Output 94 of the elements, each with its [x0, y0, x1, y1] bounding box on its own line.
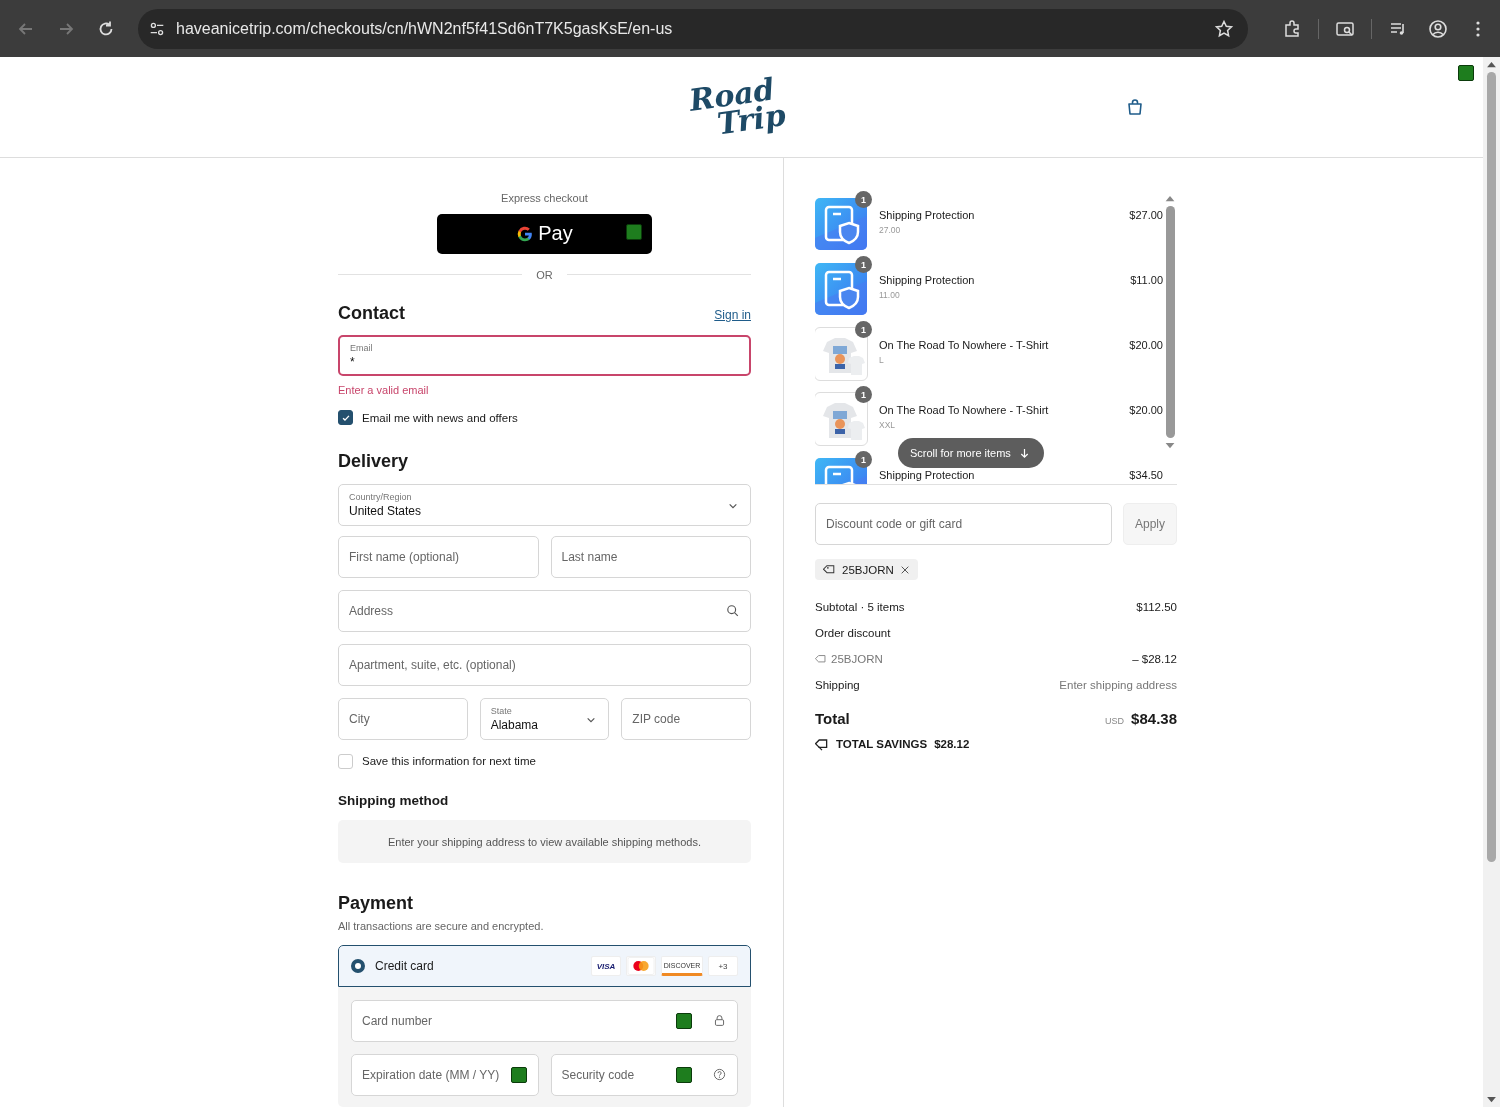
item-price: $34.50 — [1129, 468, 1163, 481]
quantity-badge: 1 — [855, 386, 872, 403]
more-brands-badge: +3 — [708, 956, 738, 977]
bookmark-star-icon[interactable] — [1214, 18, 1234, 39]
scroll-down-arrow-icon[interactable] — [1487, 1096, 1496, 1103]
address-bar[interactable]: haveanicetrip.com/checkouts/cn/hWN2nf5f41Sd6nT7K5gasKsE/en-us — [138, 8, 1248, 49]
scrollbar-thumb[interactable] — [1487, 72, 1496, 862]
shopping-bag-icon[interactable] — [1125, 97, 1145, 117]
email-field[interactable]: Email * — [338, 334, 751, 377]
item-name: Shipping Protection — [879, 209, 976, 221]
section-title: Shipping method — [338, 792, 450, 808]
scroll-up-arrow-icon[interactable] — [1487, 61, 1496, 68]
search-icon — [726, 604, 739, 618]
store-logo[interactable]: Road Trip — [687, 73, 796, 141]
lock-icon — [713, 1014, 726, 1028]
square-icon — [676, 1013, 692, 1030]
section-title: Delivery — [338, 451, 410, 473]
apartment-field[interactable]: Apartment, suite, etc. (optional) — [338, 644, 751, 686]
scroll-down-arrow-icon[interactable] — [1165, 442, 1175, 449]
g-logo-icon — [516, 224, 535, 243]
section-subtitle: All transactions are secure and encrypted. — [338, 920, 545, 933]
summary-value: $112.50 — [1136, 600, 1177, 613]
city-field[interactable]: City — [338, 697, 468, 740]
apply-button[interactable]: Apply — [1123, 503, 1177, 545]
security-code-field[interactable]: Security code — [550, 1054, 738, 1097]
address-field[interactable]: Address — [338, 590, 751, 633]
info-notice: Enter your shipping address to view available shipping methods. — [338, 819, 751, 864]
shield-tablet-icon — [815, 263, 867, 315]
card-brand-logo: VISA — [591, 956, 621, 977]
profile-icon[interactable] — [1428, 18, 1448, 39]
summary-label: Order discount — [815, 626, 891, 639]
quantity-badge: 1 — [855, 256, 872, 273]
item-variant: 11.00 — [879, 290, 901, 300]
shield-tablet-icon — [815, 198, 867, 250]
remove-icon[interactable] — [899, 564, 910, 575]
google-pay-button[interactable]: Pay — [437, 214, 652, 254]
item-variant: 27.00 — [879, 225, 902, 235]
scroll-hint-button[interactable]: Scroll for more items — [898, 438, 1044, 468]
scrollbar-thumb[interactable] — [1165, 206, 1175, 438]
expiration-date-field[interactable]: Expiration date (MM / YY) — [351, 1054, 539, 1097]
currency-code: USD — [1105, 716, 1125, 726]
savings-amount: $28.12 — [934, 738, 970, 750]
help-icon — [713, 1068, 726, 1082]
item-name: On The Road To Nowhere - T-Shirt — [879, 339, 1050, 351]
payment-method-label: Credit card — [375, 959, 435, 974]
item-price: $20.00 — [1129, 338, 1163, 351]
zip-code-field[interactable]: ZIP code — [621, 697, 751, 740]
checkbox[interactable] — [338, 410, 353, 426]
section-label: Express checkout — [500, 192, 589, 204]
summary-value: Enter shipping address — [1059, 678, 1177, 691]
discount-code-field[interactable]: Discount code or gift card — [815, 503, 1112, 545]
summary-label: Shipping — [815, 678, 860, 691]
puzzle-icon[interactable] — [1282, 18, 1302, 39]
state-select[interactable]: State Alabama — [479, 697, 610, 740]
divider-label: OR — [536, 268, 553, 281]
summary-label: Subtotal · 5 items — [815, 600, 905, 613]
quantity-badge: 1 — [855, 191, 872, 208]
card-brand-logo — [626, 956, 656, 977]
section-title: Contact — [338, 302, 405, 324]
discount-code: 25BJORN — [842, 563, 894, 576]
item-variant: L — [879, 355, 885, 365]
item-price: $20.00 — [1129, 403, 1163, 416]
last-name-field[interactable]: Last name — [550, 536, 751, 579]
first-name-field[interactable]: First name (optional) — [338, 536, 539, 579]
sign-in-link[interactable]: Sign in — [714, 307, 751, 322]
card-number-field[interactable]: Card number — [351, 1000, 738, 1043]
item-price: $27.00 — [1129, 208, 1163, 221]
total-amount: $84.38 — [1131, 710, 1177, 727]
square-icon — [1458, 65, 1474, 81]
item-variant: XXL — [879, 420, 897, 430]
quantity-badge: 1 — [855, 451, 872, 468]
url-text: haveanicetrip.com/checkouts/cn/hWN2nf5f41Sd6nT7K5gasKsE/en-us — [176, 19, 674, 38]
item-name: On The Road To Nowhere - T-Shirt — [879, 404, 1050, 416]
quantity-badge: 1 — [855, 321, 872, 338]
tags-icon — [815, 737, 829, 751]
country-select[interactable]: Country/Region United States — [338, 484, 751, 527]
tag-icon — [815, 652, 827, 665]
square-icon — [676, 1067, 692, 1084]
item-name: Shipping Protection — [879, 274, 976, 286]
savings-label: TOTAL SAVINGS — [836, 738, 928, 750]
total-label: Total — [815, 710, 850, 727]
tag-icon — [823, 563, 836, 576]
checkbox-label: Email me with news and offers — [362, 411, 518, 424]
summary-value: – $28.12 — [1132, 652, 1177, 665]
checkbox-label: Save this information for next time — [362, 755, 536, 768]
square-icon — [626, 224, 642, 240]
arrow-down-icon — [1018, 447, 1030, 459]
item-price: $11.00 — [1130, 273, 1163, 286]
error-message: Enter a valid email — [338, 384, 430, 397]
scroll-up-arrow-icon[interactable] — [1165, 195, 1175, 202]
radio-button[interactable] — [351, 959, 365, 974]
discount-code: 25BJORN — [831, 652, 883, 665]
item-name: Shipping Protection — [879, 469, 976, 481]
section-title: Payment — [338, 893, 415, 915]
